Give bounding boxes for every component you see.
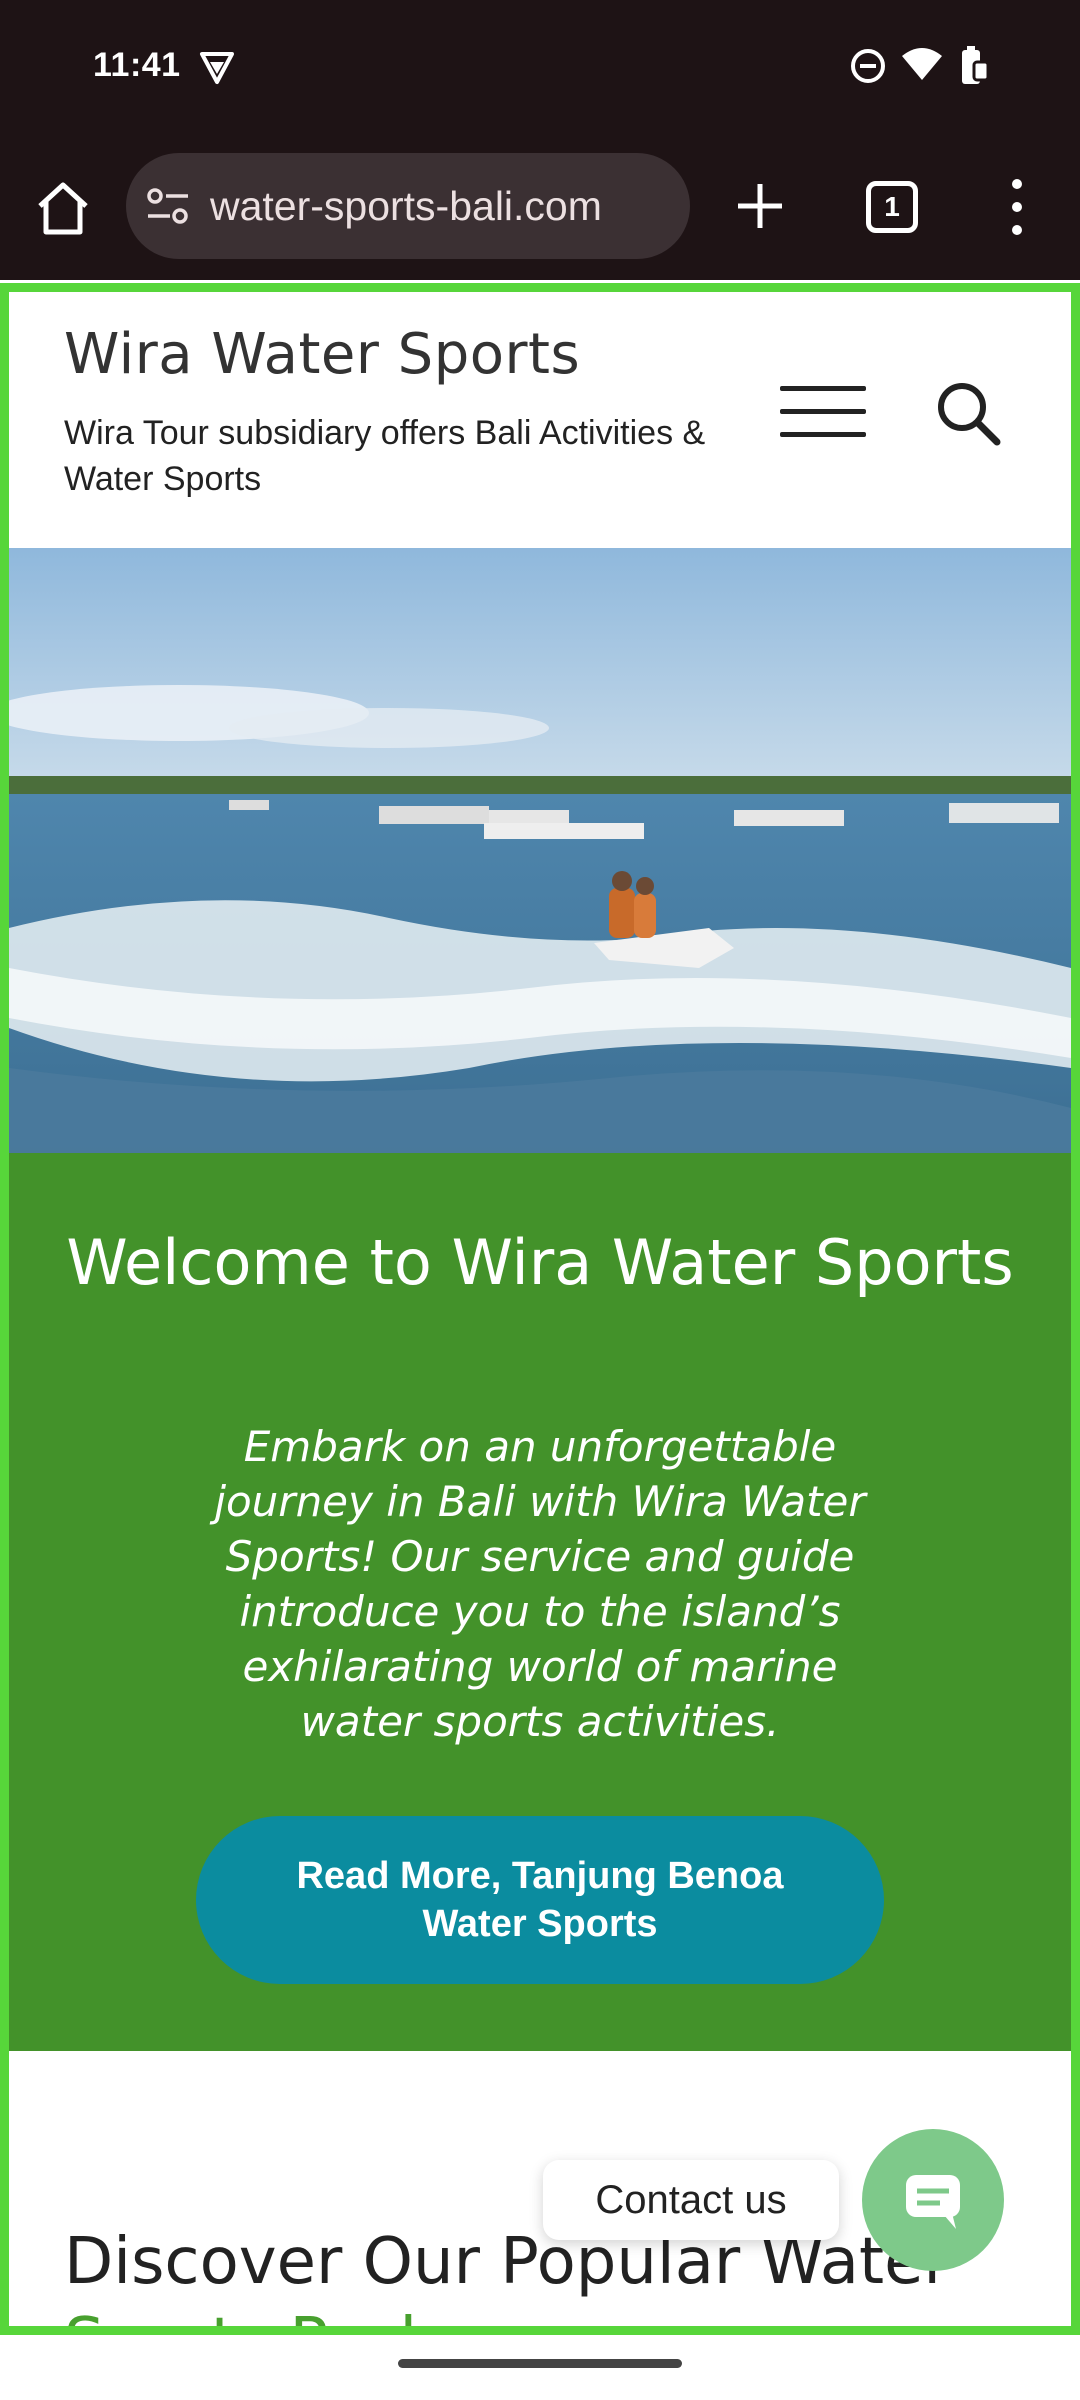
new-tab-plus-icon[interactable] bbox=[730, 176, 790, 236]
contact-us-label[interactable]: Contact us bbox=[543, 2160, 839, 2240]
search-icon[interactable] bbox=[933, 378, 1003, 448]
site-title[interactable]: Wira Water Sports bbox=[64, 322, 580, 387]
more-vert-icon[interactable] bbox=[1003, 176, 1031, 238]
vpn-icon bbox=[200, 52, 234, 84]
read-more-button[interactable]: Read More, Tanjung Benoa Water Sports bbox=[196, 1816, 884, 1984]
welcome-section: Welcome to Wira Water Sports Embark on a… bbox=[9, 1153, 1071, 2051]
status-bar: 11:41 bbox=[0, 0, 1080, 136]
welcome-title: Welcome to Wira Water Sports bbox=[66, 1226, 1014, 1299]
tune-icon[interactable] bbox=[146, 186, 190, 226]
home-icon[interactable] bbox=[34, 180, 92, 238]
menu-hamburger-icon[interactable] bbox=[780, 386, 866, 438]
contact-button[interactable] bbox=[862, 2129, 1004, 2271]
address-bar[interactable]: water-sports-bali.com bbox=[126, 153, 690, 259]
gesture-handle[interactable] bbox=[398, 2359, 682, 2368]
discover-heading-continued: Sports Packages bbox=[64, 2310, 588, 2335]
dnd-icon bbox=[851, 49, 885, 83]
browser-toolbar: water-sports-bali.com 1 bbox=[0, 136, 1080, 280]
site-tagline: Wira Tour subsidiary offers Bali Activit… bbox=[64, 414, 706, 498]
url-text[interactable]: water-sports-bali.com bbox=[210, 183, 602, 230]
status-time: 11:41 bbox=[93, 46, 181, 84]
hero-image bbox=[9, 548, 1071, 1153]
navigation-bar bbox=[0, 2335, 1080, 2400]
tabs-count-icon[interactable]: 1 bbox=[866, 181, 918, 233]
battery-icon bbox=[962, 46, 990, 84]
welcome-text: Embark on an unforgettable journey in Ba… bbox=[214, 1422, 866, 1746]
wifi-icon bbox=[902, 48, 942, 80]
chat-icon bbox=[906, 2175, 960, 2229]
